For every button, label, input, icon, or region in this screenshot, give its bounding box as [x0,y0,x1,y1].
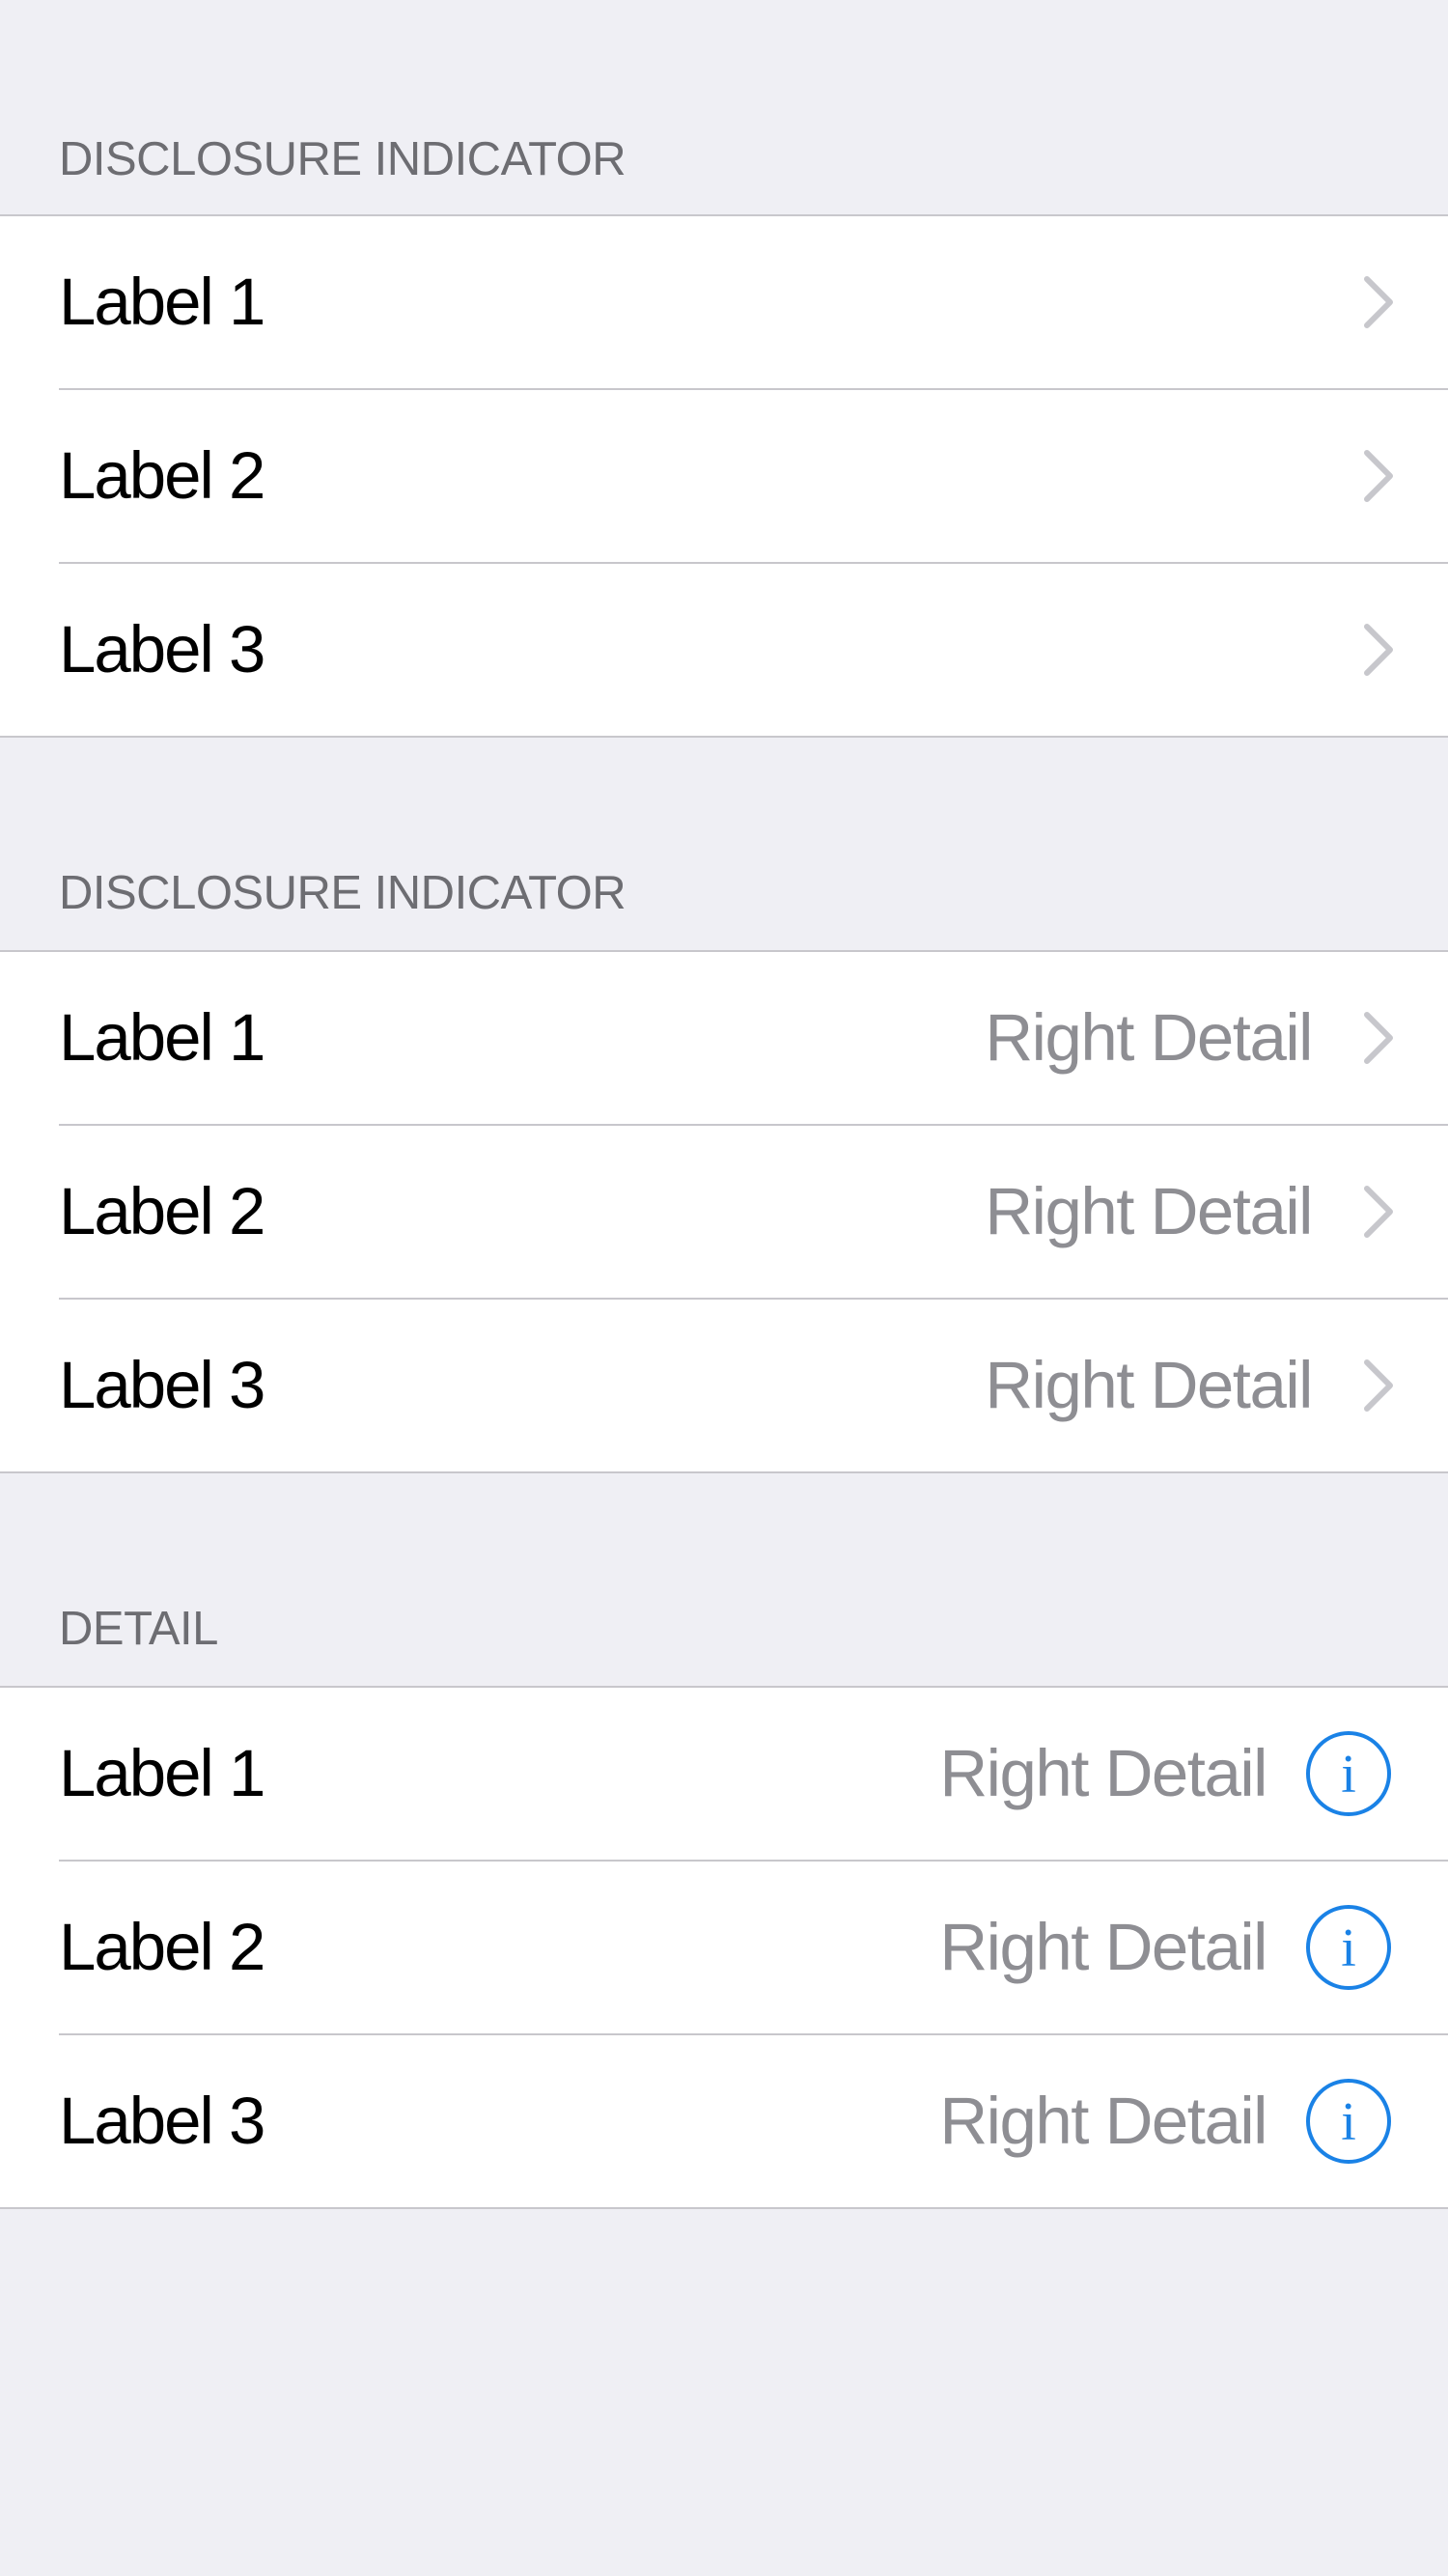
row-label: Label 1 [59,1000,265,1075]
row-label: Label 1 [59,1736,265,1810]
table-row[interactable]: Label 2 Right Detail [0,1126,1448,1300]
section-header-container: DETAIL [0,1470,1448,1684]
section-header-container: DISCLOSURE INDICATOR [0,0,1448,214]
row-label: Label 3 [59,2084,265,2158]
row-detail: Right Detail [939,2084,1267,2158]
section-header: DISCLOSURE INDICATOR [59,867,627,919]
table-row[interactable]: Label 3 Right Detail [0,1300,1448,1471]
chevron-right-icon [1364,1186,1393,1238]
svg-text:i: i [1341,1745,1356,1805]
chevron-right-icon [1364,450,1393,502]
chevron-right-icon [1364,624,1393,676]
svg-text:i: i [1341,1918,1356,1978]
table-row[interactable]: Label 2 [0,390,1448,564]
row-label: Label 2 [59,1910,265,1984]
info-icon[interactable]: i [1304,1903,1393,1992]
table-row[interactable]: Label 3 Right Detail i [0,2035,1448,2207]
section-header-container: DISCLOSURE INDICATOR [0,734,1448,948]
chevron-right-icon [1364,1359,1393,1412]
row-detail: Right Detail [939,1736,1267,1810]
chevron-right-icon [1364,1012,1393,1064]
section-header: DETAIL [59,1603,218,1655]
section-group: Label 1 Right Detail Label 2 Right Detai… [0,950,1448,1473]
table-row[interactable]: Label 1 Right Detail i [0,1688,1448,1862]
row-label: Label 2 [59,1174,265,1248]
row-label: Label 3 [59,1348,265,1422]
row-detail: Right Detail [985,1174,1313,1248]
row-detail: Right Detail [985,1000,1313,1075]
row-detail: Right Detail [939,1910,1267,1984]
table-row[interactable]: Label 2 Right Detail i [0,1862,1448,2035]
section-group: Label 1 Label 2 Label 3 [0,214,1448,738]
svg-text:i: i [1341,2092,1356,2152]
info-icon[interactable]: i [1304,1729,1393,1818]
table-view: DISCLOSURE INDICATOR Label 1 Label 2 Lab… [0,0,1448,2576]
row-label: Label 2 [59,438,265,513]
info-icon[interactable]: i [1304,2077,1393,2166]
row-label: Label 3 [59,612,265,686]
table-row[interactable]: Label 3 [0,564,1448,736]
row-label: Label 1 [59,265,265,339]
table-row[interactable]: Label 1 [0,216,1448,390]
row-detail: Right Detail [985,1348,1313,1422]
section-header: DISCLOSURE INDICATOR [59,133,627,185]
chevron-right-icon [1364,276,1393,328]
section-group: Label 1 Right Detail i Label 2 Right Det… [0,1686,1448,2209]
table-row[interactable]: Label 1 Right Detail [0,952,1448,1126]
